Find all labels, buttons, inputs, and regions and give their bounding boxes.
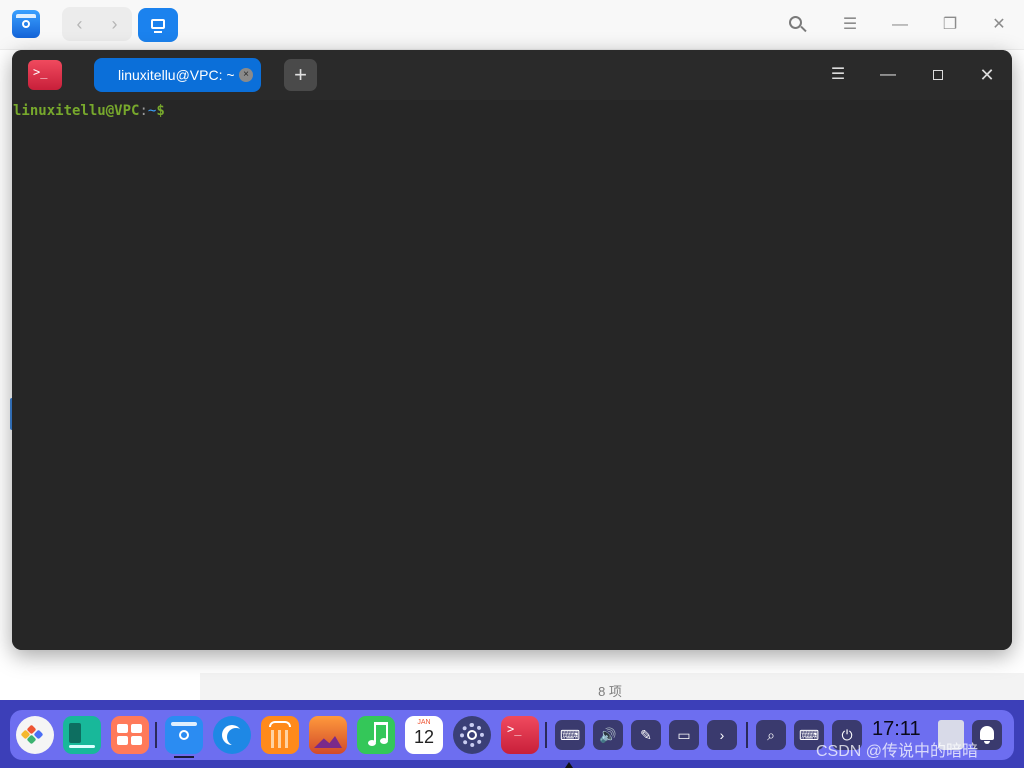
dock-separator — [545, 722, 547, 748]
terminal-window: >_ linuxitellu@VPC: ~ × + ☰ — ✕ linuxite… — [12, 50, 1012, 650]
terminal-maximize-icon[interactable] — [927, 64, 949, 86]
item-count-label: 8 项 — [598, 684, 622, 699]
music-icon[interactable] — [357, 716, 395, 754]
settings-gear-icon[interactable] — [453, 716, 491, 754]
watermark-text: CSDN @传说中的暗暗 — [816, 743, 979, 760]
terminal-output[interactable]: linuxitellu@VPC:~$ — [12, 100, 1012, 650]
browser-icon[interactable] — [213, 716, 251, 754]
forward-button[interactable]: › — [97, 7, 132, 41]
file-manager-statusbar: 8 项 — [200, 673, 1024, 701]
pen-icon[interactable]: ✎ — [631, 720, 661, 750]
active-indicator — [174, 756, 194, 758]
computer-icon — [151, 19, 165, 29]
terminal-titlebar: >_ linuxitellu@VPC: ~ × + ☰ — ✕ — [12, 50, 1012, 100]
tab-close-icon[interactable]: × — [239, 68, 253, 82]
battery-icon[interactable]: ▭ — [669, 720, 699, 750]
prompt-separator: : — [139, 103, 148, 119]
file-manager-dock-icon[interactable] — [165, 716, 203, 754]
prompt-user-host: linuxitellu@VPC — [13, 103, 140, 119]
file-manager-titlebar: ‹ › ☰ — ❐ ✕ — [0, 0, 1024, 50]
terminal-tab[interactable]: linuxitellu@VPC: ~ × — [94, 58, 261, 92]
back-button[interactable]: ‹ — [62, 7, 97, 41]
file-manager-menu-icon[interactable]: ☰ — [839, 14, 861, 36]
app-grid-icon[interactable] — [111, 716, 149, 754]
terminal-tab-label: linuxitellu@VPC: ~ — [118, 67, 235, 83]
terminal-dock-icon[interactable]: >_ — [501, 716, 539, 754]
terminal-close-icon[interactable]: ✕ — [976, 64, 998, 86]
image-viewer-icon[interactable] — [309, 716, 347, 754]
new-tab-button[interactable]: + — [284, 59, 317, 91]
expand-tray-icon[interactable]: › — [707, 720, 737, 750]
file-manager-nav-group: ‹ › — [62, 7, 132, 41]
computer-view-button[interactable] — [138, 8, 178, 42]
prompt-symbol: $ — [156, 103, 165, 119]
terminal-app-icon: >_ — [28, 60, 62, 90]
dock-separator — [746, 722, 748, 748]
volume-icon[interactable]: 🔊 — [593, 720, 623, 750]
search-icon[interactable] — [786, 14, 808, 36]
file-manager-close-icon[interactable]: ✕ — [988, 14, 1010, 36]
calendar-icon[interactable]: JAN 12 — [405, 716, 443, 754]
mouse-cursor — [565, 762, 573, 768]
calendar-day: 12 — [413, 727, 435, 747]
terminal-menu-icon[interactable]: ☰ — [827, 64, 849, 86]
file-manager-app-icon — [12, 10, 40, 38]
file-manager-minimize-icon[interactable]: — — [889, 14, 911, 36]
multitask-view-icon[interactable] — [63, 716, 101, 754]
calendar-month: JAN — [417, 719, 431, 726]
file-manager-restore-icon[interactable]: ❐ — [939, 14, 961, 36]
dock-separator — [155, 722, 157, 748]
app-store-icon[interactable] — [261, 716, 299, 754]
launcher-icon[interactable] — [16, 716, 54, 754]
keyboard-icon[interactable]: ⌨ — [555, 720, 585, 750]
search-tray-icon[interactable]: ⌕ — [756, 720, 786, 750]
terminal-minimize-icon[interactable]: — — [877, 64, 899, 86]
